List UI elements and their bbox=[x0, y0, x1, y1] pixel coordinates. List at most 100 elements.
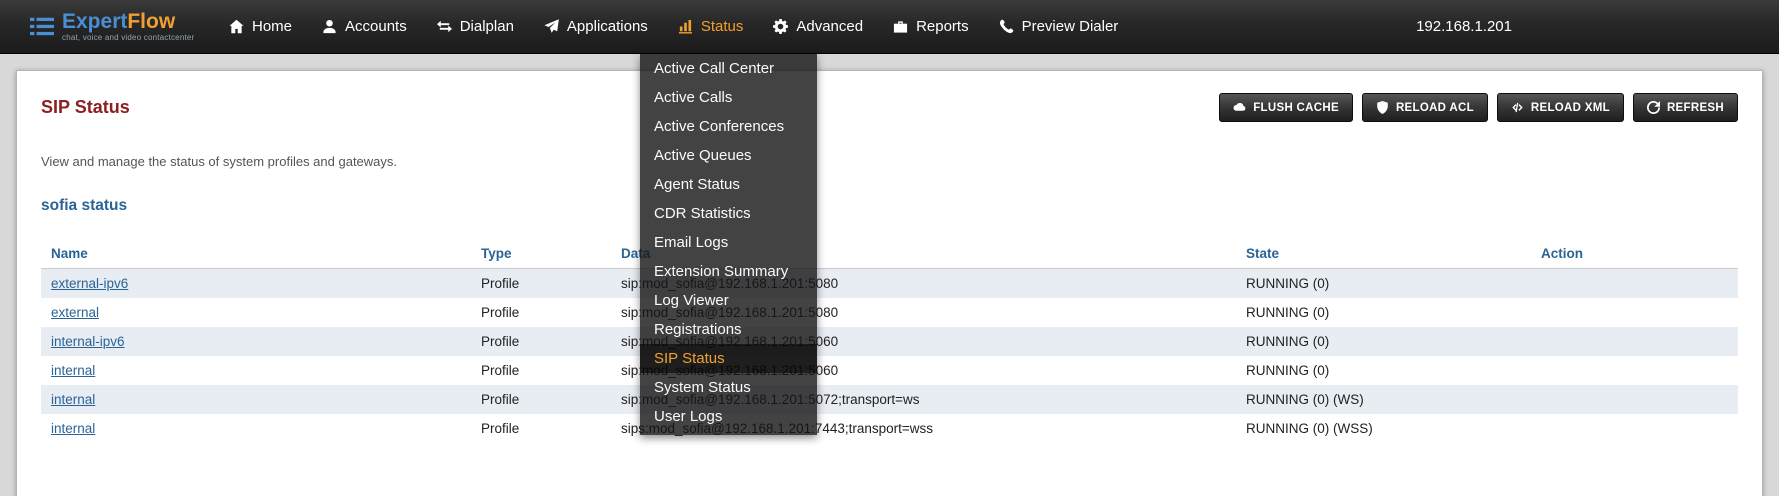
action-cell bbox=[1531, 269, 1738, 299]
list-logo-icon bbox=[30, 17, 54, 37]
state-cell: RUNNING (0) (WSS) bbox=[1236, 414, 1531, 443]
table-row: external Profile sip:mod_sofia@192.168.1… bbox=[41, 298, 1738, 327]
status-dropdown-menu: Active Call Center Active Calls Active C… bbox=[640, 54, 817, 435]
type-cell: Profile bbox=[471, 385, 611, 414]
profile-link[interactable]: external-ipv6 bbox=[51, 276, 128, 291]
exchange-arrows-icon bbox=[437, 19, 452, 34]
paper-plane-icon bbox=[544, 19, 559, 34]
action-cell bbox=[1531, 385, 1738, 414]
nav-item-accounts[interactable]: Accounts bbox=[307, 0, 422, 54]
nav-item-preview-dialer[interactable]: Preview Dialer bbox=[984, 0, 1134, 54]
nav-item-label: Preview Dialer bbox=[1022, 18, 1119, 35]
menu-item-log-viewer[interactable]: Log Viewer bbox=[640, 286, 817, 315]
brand-name-primary: Expert bbox=[62, 10, 127, 33]
type-cell: Profile bbox=[471, 327, 611, 356]
table-row: internal Profile sip:mod_sofia@192.168.1… bbox=[41, 356, 1738, 385]
top-navigation-bar: ExpertFlow chat, voice and video contact… bbox=[0, 0, 1779, 54]
column-header-type: Type bbox=[471, 239, 611, 269]
page-header: SIP Status FLUSH CACHE RELOAD ACL RELOAD… bbox=[41, 93, 1738, 122]
menu-item-sip-status[interactable]: SIP Status bbox=[640, 344, 817, 373]
menu-item-email-logs[interactable]: Email Logs bbox=[640, 228, 817, 257]
state-cell: RUNNING (0) bbox=[1236, 356, 1531, 385]
brand-logo[interactable]: ExpertFlow chat, voice and video contact… bbox=[30, 11, 198, 42]
profile-link[interactable]: external bbox=[51, 305, 99, 320]
menu-item-system-status[interactable]: System Status bbox=[640, 373, 817, 402]
sofia-status-table: Name Type Data State Action external-ipv… bbox=[41, 239, 1738, 443]
home-icon bbox=[229, 19, 244, 34]
table-row: external-ipv6 Profile sip:mod_sofia@192.… bbox=[41, 269, 1738, 299]
state-cell: RUNNING (0) bbox=[1236, 269, 1531, 299]
button-label: RELOAD XML bbox=[1531, 102, 1610, 114]
action-cell bbox=[1531, 298, 1738, 327]
nav-item-applications[interactable]: Applications bbox=[529, 0, 663, 54]
menu-item-user-logs[interactable]: User Logs bbox=[640, 402, 817, 431]
profile-link[interactable]: internal bbox=[51, 363, 95, 378]
menu-item-active-call-center[interactable]: Active Call Center bbox=[640, 54, 817, 83]
table-row: internal Profile sips:mod_sofia@192.168.… bbox=[41, 414, 1738, 443]
state-cell: RUNNING (0) (WS) bbox=[1236, 385, 1531, 414]
table-row: internal-ipv6 Profile sip:mod_sofia@192.… bbox=[41, 327, 1738, 356]
action-cell bbox=[1531, 327, 1738, 356]
column-header-state: State bbox=[1236, 239, 1531, 269]
button-label: REFRESH bbox=[1667, 102, 1724, 114]
state-cell: RUNNING (0) bbox=[1236, 327, 1531, 356]
main-menu: Home Accounts Dialplan Applications Stat… bbox=[214, 0, 1133, 54]
button-label: RELOAD ACL bbox=[1396, 102, 1474, 114]
server-ip-address: 192.168.1.201 bbox=[1416, 18, 1512, 35]
menu-item-registrations[interactable]: Registrations bbox=[640, 315, 817, 344]
nav-item-label: Advanced bbox=[796, 18, 863, 35]
type-cell: Profile bbox=[471, 269, 611, 299]
flush-cache-button[interactable]: FLUSH CACHE bbox=[1219, 93, 1353, 122]
menu-item-active-queues[interactable]: Active Queues bbox=[640, 141, 817, 170]
reload-xml-button[interactable]: RELOAD XML bbox=[1497, 93, 1624, 122]
table-header-row: Name Type Data State Action bbox=[41, 239, 1738, 269]
nav-item-home[interactable]: Home bbox=[214, 0, 307, 54]
phone-icon bbox=[999, 19, 1014, 34]
action-cell bbox=[1531, 356, 1738, 385]
nav-item-advanced[interactable]: Advanced bbox=[758, 0, 878, 54]
gear-icon bbox=[773, 19, 788, 34]
menu-item-extension-summary[interactable]: Extension Summary bbox=[640, 257, 817, 286]
profile-link[interactable]: internal bbox=[51, 421, 95, 436]
profile-link[interactable]: internal bbox=[51, 392, 95, 407]
type-cell: Profile bbox=[471, 356, 611, 385]
profile-link[interactable]: internal-ipv6 bbox=[51, 334, 125, 349]
page-title: SIP Status bbox=[41, 97, 130, 118]
menu-item-cdr-statistics[interactable]: CDR Statistics bbox=[640, 199, 817, 228]
menu-item-agent-status[interactable]: Agent Status bbox=[640, 170, 817, 199]
action-cell bbox=[1531, 414, 1738, 443]
page-description: View and manage the status of system pro… bbox=[41, 154, 1738, 169]
refresh-button[interactable]: REFRESH bbox=[1633, 93, 1738, 122]
main-content-card: SIP Status FLUSH CACHE RELOAD ACL RELOAD… bbox=[16, 70, 1763, 496]
nav-item-label: Home bbox=[252, 18, 292, 35]
nav-item-reports[interactable]: Reports bbox=[878, 0, 984, 54]
column-header-name: Name bbox=[41, 239, 471, 269]
brand-tagline: chat, voice and video contactcenter bbox=[62, 34, 194, 42]
refresh-icon bbox=[1647, 101, 1660, 114]
nav-item-label: Status bbox=[701, 18, 744, 35]
nav-item-dialplan[interactable]: Dialplan bbox=[422, 0, 529, 54]
menu-item-active-calls[interactable]: Active Calls bbox=[640, 83, 817, 112]
shield-icon bbox=[1376, 101, 1389, 114]
sofia-status-heading: sofia status bbox=[41, 197, 1738, 215]
nav-item-label: Reports bbox=[916, 18, 969, 35]
nav-item-status[interactable]: Status bbox=[663, 0, 759, 54]
brand-text: ExpertFlow chat, voice and video contact… bbox=[62, 11, 194, 42]
button-label: FLUSH CACHE bbox=[1253, 102, 1339, 114]
table-row: internal Profile sip:mod_sofia@192.168.1… bbox=[41, 385, 1738, 414]
state-cell: RUNNING (0) bbox=[1236, 298, 1531, 327]
menu-item-active-conferences[interactable]: Active Conferences bbox=[640, 112, 817, 141]
briefcase-icon bbox=[893, 19, 908, 34]
nav-item-label: Dialplan bbox=[460, 18, 514, 35]
flush-cache-icon bbox=[1233, 101, 1246, 114]
bar-chart-icon bbox=[678, 19, 693, 34]
toolbar: FLUSH CACHE RELOAD ACL RELOAD XML REFRES… bbox=[1219, 93, 1738, 122]
nav-item-label: Accounts bbox=[345, 18, 407, 35]
nav-item-label: Applications bbox=[567, 18, 648, 35]
column-header-action: Action bbox=[1531, 239, 1738, 269]
type-cell: Profile bbox=[471, 298, 611, 327]
type-cell: Profile bbox=[471, 414, 611, 443]
code-icon bbox=[1511, 101, 1524, 114]
reload-acl-button[interactable]: RELOAD ACL bbox=[1362, 93, 1488, 122]
user-icon bbox=[322, 19, 337, 34]
